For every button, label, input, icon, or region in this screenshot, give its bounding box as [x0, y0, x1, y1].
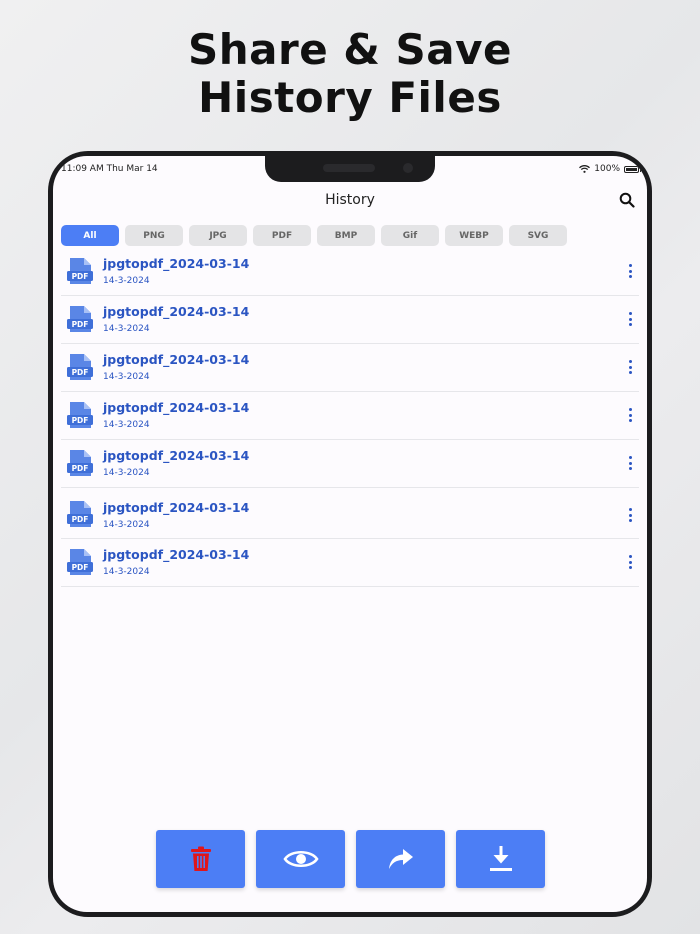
action-bar [156, 830, 545, 888]
pdf-file-icon: PDF [67, 501, 93, 527]
wifi-icon [579, 165, 591, 173]
more-options-icon[interactable] [627, 360, 633, 376]
app-screen: 11:09 AM Thu Mar 14 100% History All PNG… [53, 156, 647, 912]
pdf-file-icon: PDF [67, 258, 93, 284]
file-name[interactable]: jpgtopdf_2024-03-14 [103, 400, 249, 415]
more-options-icon[interactable] [627, 264, 633, 280]
trash-icon [190, 846, 211, 871]
file-name[interactable]: jpgtopdf_2024-03-14 [103, 304, 249, 319]
eye-icon [282, 850, 319, 868]
download-button[interactable] [456, 830, 545, 888]
tab-jpg[interactable]: JPG [189, 225, 247, 246]
file-row[interactable]: PDF jpgtopdf_2024-03-14 14-3-2024 [61, 248, 639, 296]
more-options-icon[interactable] [627, 555, 633, 571]
file-row[interactable]: PDF jpgtopdf_2024-03-14 14-3-2024 [61, 488, 639, 539]
page-title: History [325, 192, 375, 208]
file-row[interactable]: PDF jpgtopdf_2024-03-14 14-3-2024 [61, 344, 639, 392]
view-button[interactable] [256, 830, 345, 888]
tab-png[interactable]: PNG [125, 225, 183, 246]
more-options-icon[interactable] [627, 408, 633, 424]
pdf-file-icon: PDF [67, 306, 93, 332]
pdf-file-icon: PDF [67, 450, 93, 476]
download-icon [489, 846, 512, 871]
tablet-frame: 11:09 AM Thu Mar 14 100% History All PNG… [48, 151, 652, 917]
tab-webp[interactable]: WEBP [445, 225, 503, 246]
more-options-icon[interactable] [627, 456, 633, 472]
pdf-file-icon: PDF [67, 549, 93, 575]
share-button[interactable] [356, 830, 445, 888]
file-row[interactable]: PDF jpgtopdf_2024-03-14 14-3-2024 [61, 539, 639, 587]
file-row[interactable]: PDF jpgtopdf_2024-03-14 14-3-2024 [61, 440, 639, 488]
pdf-icon-label: PDF [72, 320, 89, 329]
file-name[interactable]: jpgtopdf_2024-03-14 [103, 500, 249, 515]
pdf-icon-label: PDF [72, 368, 89, 377]
battery-icon [624, 165, 641, 173]
file-date: 14-3-2024 [103, 468, 150, 478]
file-name[interactable]: jpgtopdf_2024-03-14 [103, 352, 249, 367]
delete-button[interactable] [156, 830, 245, 888]
speaker-grille [323, 164, 375, 172]
pdf-icon-label: PDF [72, 272, 89, 281]
more-options-icon[interactable] [627, 312, 633, 328]
file-date: 14-3-2024 [103, 420, 150, 430]
file-date: 14-3-2024 [103, 520, 150, 530]
filter-tabs: All PNG JPG PDF BMP Gif WEBP SVG [61, 225, 567, 246]
camera-notch [265, 156, 435, 182]
file-row[interactable]: PDF jpgtopdf_2024-03-14 14-3-2024 [61, 392, 639, 440]
status-indicators: 100% [579, 164, 641, 174]
battery-percent: 100% [594, 164, 620, 174]
file-name[interactable]: jpgtopdf_2024-03-14 [103, 547, 249, 562]
share-arrow-icon [388, 849, 413, 869]
pdf-icon-label: PDF [72, 464, 89, 473]
front-camera [403, 163, 413, 173]
promo-headline: Share & Save History Files [0, 26, 700, 122]
pdf-file-icon: PDF [67, 402, 93, 428]
file-list: PDF jpgtopdf_2024-03-14 14-3-2024 PDF jp… [61, 248, 639, 587]
pdf-icon-label: PDF [72, 416, 89, 425]
tab-bmp[interactable]: BMP [317, 225, 375, 246]
file-date: 14-3-2024 [103, 324, 150, 334]
tab-svg[interactable]: SVG [509, 225, 567, 246]
file-date: 14-3-2024 [103, 276, 150, 286]
pdf-icon-label: PDF [72, 515, 89, 524]
search-icon[interactable] [619, 192, 635, 208]
pdf-icon-label: PDF [72, 563, 89, 572]
file-date: 14-3-2024 [103, 567, 150, 577]
tab-gif[interactable]: Gif [381, 225, 439, 246]
file-date: 14-3-2024 [103, 372, 150, 382]
tab-pdf[interactable]: PDF [253, 225, 311, 246]
tab-all[interactable]: All [61, 225, 119, 246]
file-name[interactable]: jpgtopdf_2024-03-14 [103, 448, 249, 463]
pdf-file-icon: PDF [67, 354, 93, 380]
status-time: 11:09 AM Thu Mar 14 [61, 164, 158, 174]
headline-line-1: Share & Save [187, 25, 512, 74]
more-options-icon[interactable] [627, 508, 633, 524]
file-name[interactable]: jpgtopdf_2024-03-14 [103, 256, 249, 271]
file-row[interactable]: PDF jpgtopdf_2024-03-14 14-3-2024 [61, 296, 639, 344]
headline-line-2: History Files [198, 73, 502, 122]
